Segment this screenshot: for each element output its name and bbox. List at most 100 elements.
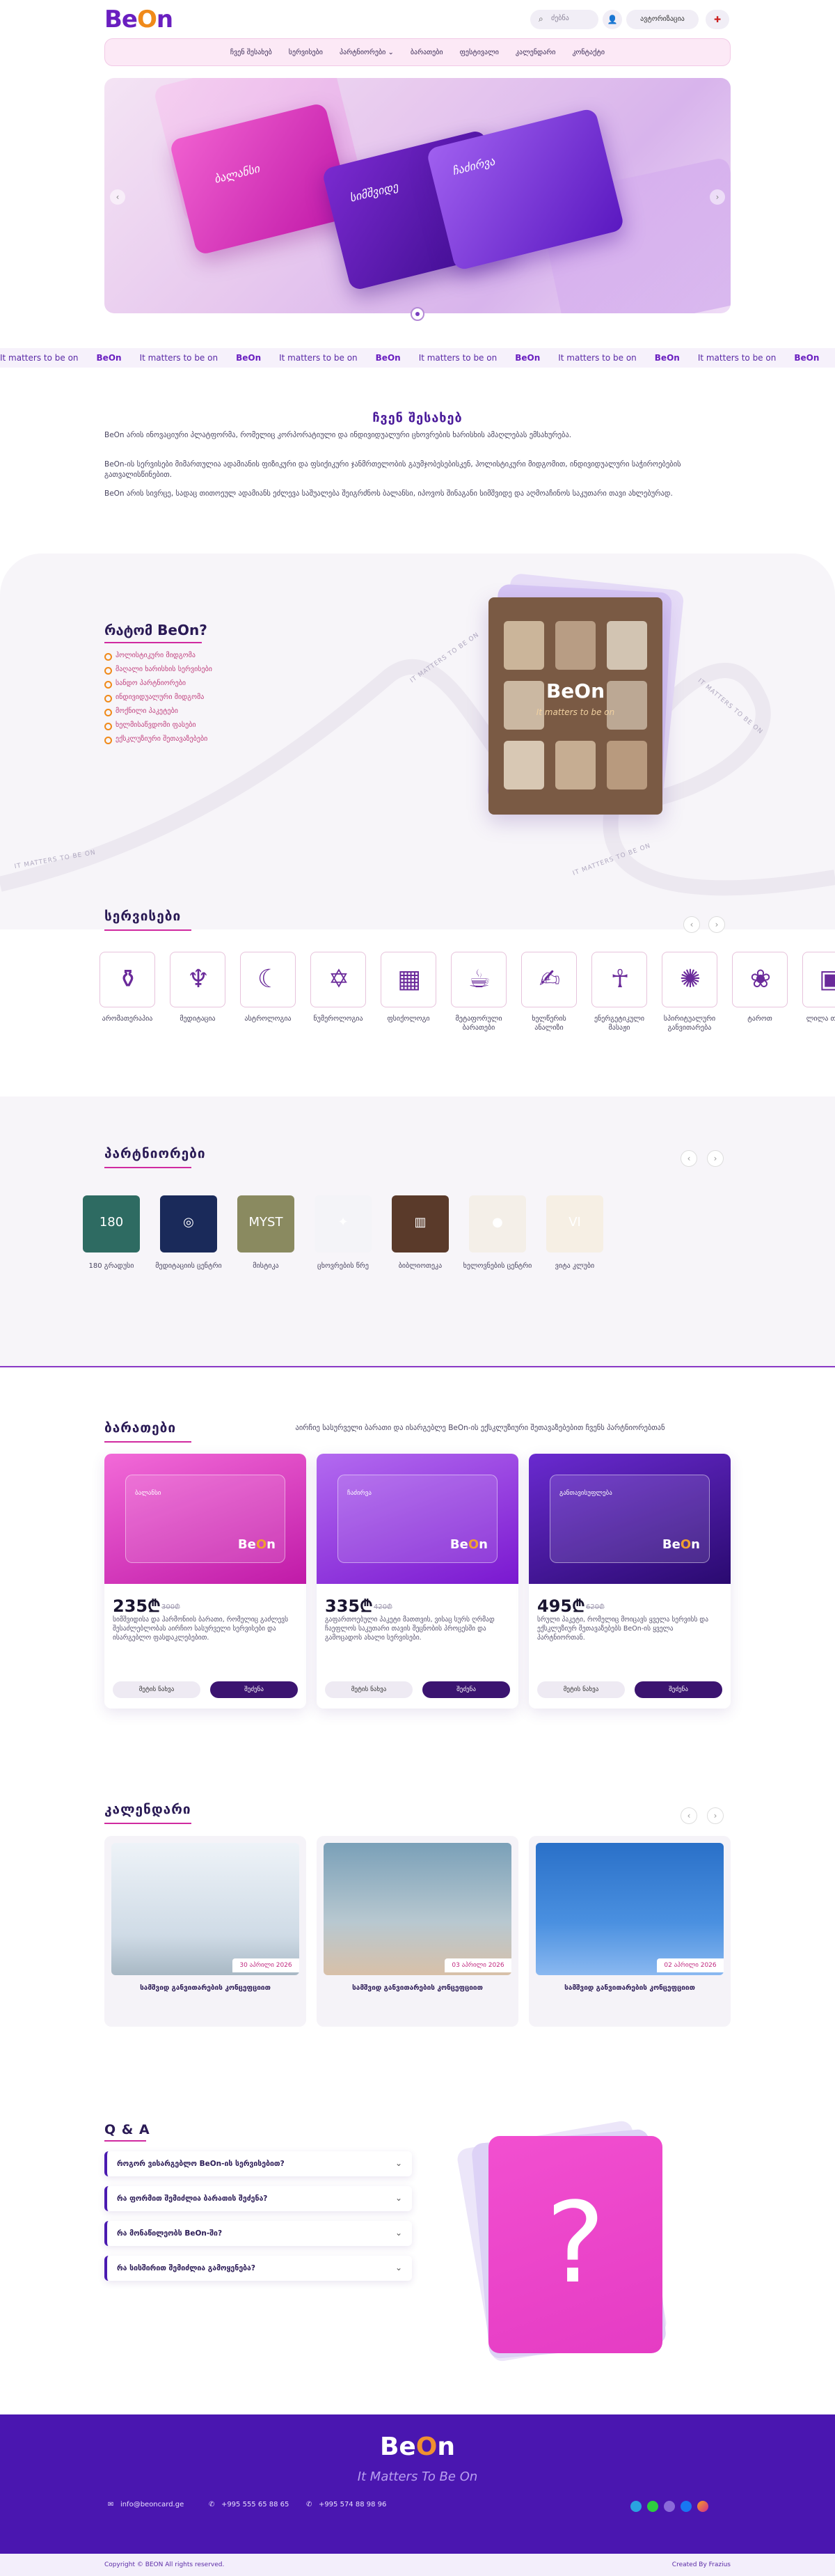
faq-title: Q & A xyxy=(104,2122,150,2137)
service-label: ლილა თამაში xyxy=(806,1015,835,1023)
marquee-logo: BeOn xyxy=(375,353,401,363)
marquee-text: It matters to be on xyxy=(139,353,218,363)
facebook-icon[interactable] xyxy=(681,2501,692,2512)
nav-item-contact[interactable]: კონტაქტი xyxy=(572,49,605,56)
tagline-marquee: It matters to be on BeOn It matters to be … xyxy=(0,348,835,368)
hero-pagination-dot[interactable] xyxy=(411,307,424,321)
book-logo: BeOn xyxy=(546,680,605,702)
user-icon[interactable]: 👤 xyxy=(603,10,622,29)
partner-item[interactable]: ✦ ცხოვრების წრე xyxy=(305,1195,381,1270)
service-label: ენერგეტიკული მასაჟი xyxy=(594,1015,645,1032)
service-item[interactable]: ⚱ არომათერაპია xyxy=(97,952,157,1023)
service-item[interactable]: ❀ ტაროთ xyxy=(730,952,790,1023)
services-prev-arrow-icon[interactable]: ‹ xyxy=(683,916,700,933)
title-underline xyxy=(104,642,202,643)
partners-next-arrow-icon[interactable]: › xyxy=(707,1150,724,1167)
marquee-text: It matters to be on xyxy=(418,353,498,363)
copyright-text: Copyright © BEON All rights reserved. xyxy=(104,2561,225,2568)
search-input[interactable]: ⌕ ძებნა xyxy=(530,10,598,29)
event-image xyxy=(536,1843,724,1975)
service-label: ხელწერის ანალიზი xyxy=(532,1015,566,1032)
card-logo: BeOn xyxy=(450,1537,488,1552)
card-visual: ჩაძირვა BeOn xyxy=(317,1454,518,1584)
partner-item[interactable]: ▥ ბიბლიოთეკა xyxy=(382,1195,459,1270)
partner-item[interactable]: 180 180 გრადუსი xyxy=(73,1195,150,1270)
faq-item[interactable]: რა ფორმით შემიძლია ბარათის შეძენა? ⌄ xyxy=(104,2186,412,2211)
telegram-icon[interactable] xyxy=(630,2501,642,2512)
calendar-event[interactable]: 03 აპრილი 2026 სამშვიდ განვითარების კონცე… xyxy=(317,1836,518,2027)
service-icon-box: ☕ xyxy=(451,952,507,1007)
card-more-button[interactable]: მეტის ნახვა xyxy=(325,1681,413,1698)
cards-description: აირჩიე სასურველი ბარათი და ისარგებლე BeO… xyxy=(295,1424,665,1432)
nav-item-about[interactable]: ჩვენ შესახებ xyxy=(230,49,272,56)
calendar-event[interactable]: 30 აპრილი 2026 სამშვიდ განვითარების კონცე… xyxy=(104,1836,306,2027)
hero-prev-arrow-icon[interactable]: ‹ xyxy=(110,189,125,205)
partners-title: პარტნიორები xyxy=(104,1146,206,1161)
card-more-button[interactable]: მეტის ნახვა xyxy=(113,1681,200,1698)
event-image xyxy=(324,1843,511,1975)
service-item[interactable]: ✍ ხელწერის ანალიზი xyxy=(519,952,579,1032)
partners-prev-arrow-icon[interactable]: ‹ xyxy=(681,1150,697,1167)
title-underline xyxy=(104,1441,191,1443)
calendar-next-arrow-icon[interactable]: › xyxy=(707,1807,724,1824)
partner-item[interactable]: MYST მისტიკა xyxy=(228,1195,304,1270)
footer-phone[interactable]: ✆ +995 555 65 88 65 xyxy=(209,2501,289,2508)
nav-item-services[interactable]: სერვისები xyxy=(289,49,323,56)
calendar-event[interactable]: 02 აპრილი 2026 სამშვიდ განვითარების კონცე… xyxy=(529,1836,731,2027)
footer-phone[interactable]: ✆ +995 574 88 98 96 xyxy=(306,2501,386,2508)
nav-item-cards[interactable]: ბარათები xyxy=(411,49,443,56)
card-more-button[interactable]: მეტის ნახვა xyxy=(537,1681,625,1698)
partner-item[interactable]: ● ხელოვნების ცენტრი xyxy=(459,1195,536,1270)
language-flag-icon[interactable]: ✚ xyxy=(706,10,729,29)
service-item[interactable]: ▣ ლილა თამაში xyxy=(800,952,835,1023)
card-buy-button[interactable]: შეძენა xyxy=(635,1681,722,1698)
faq-item[interactable]: რა მონაწილეობს BeOn-ში? ⌄ xyxy=(104,2221,412,2246)
mail-icon: ✉ xyxy=(108,2501,114,2508)
nav-item-partners[interactable]: პარტნიორები ⌄ xyxy=(340,49,394,56)
whatsapp-icon[interactable] xyxy=(647,2501,658,2512)
event-title: სამშვიდ განვითარების კონცეფციით xyxy=(564,1984,695,1992)
partner-logo: 180 xyxy=(83,1195,140,1252)
partner-item[interactable]: VI ვიტა კლუბი xyxy=(536,1195,613,1270)
service-item[interactable]: ✺ სპირიტუალური განვითარება xyxy=(660,952,719,1032)
nav-item-calendar[interactable]: კალენდარი xyxy=(516,49,556,56)
credit-text[interactable]: Created By Frazius xyxy=(672,2561,731,2568)
logo[interactable]: BeOn xyxy=(104,6,173,33)
partner-item[interactable]: ◎ მედიტაციის ცენტრი xyxy=(150,1195,227,1270)
why-item: ინდივიდუალური მიდგომა xyxy=(104,693,383,702)
event-date: 30 აპრილი 2026 xyxy=(232,1958,299,1972)
service-item[interactable]: ☾ ასტროლოგია xyxy=(238,952,298,1023)
service-item[interactable]: ☥ ენერგეტიკული მასაჟი xyxy=(589,952,649,1032)
why-item: მაღალი ხარისხის სერვისები xyxy=(104,665,383,675)
faq-item[interactable]: რა სისშირით შემიძლია გამოყენება? ⌄ xyxy=(104,2256,412,2281)
services-next-arrow-icon[interactable]: › xyxy=(708,916,725,933)
service-icon-box: ⚱ xyxy=(100,952,155,1007)
hero-slider: ბალანსი სიმშვიდე ჩაძირვა ‹ › xyxy=(104,78,731,313)
card-buy-button[interactable]: შეძენა xyxy=(210,1681,298,1698)
card-buy-button[interactable]: შეძენა xyxy=(422,1681,510,1698)
nav-item-festival[interactable]: ფესტივალი xyxy=(460,49,499,56)
why-item: ჰოლისტიკური მიდგომა xyxy=(104,651,383,661)
faq-item[interactable]: როგორ ვისარგებლო BeOn-ის სერვისებით? ⌄ xyxy=(104,2151,412,2176)
service-icon-box: ✍ xyxy=(521,952,577,1007)
service-label: მეტაფორული ბარათები xyxy=(455,1015,502,1032)
auth-button[interactable]: ავტორიზაცია xyxy=(626,10,699,29)
service-item[interactable]: ♆ მედიტაცია xyxy=(168,952,228,1023)
calendar-prev-arrow-icon[interactable]: ‹ xyxy=(681,1807,697,1824)
footer-email[interactable]: ✉ info@beoncard.ge xyxy=(108,2501,184,2508)
hero-next-arrow-icon[interactable]: › xyxy=(710,189,725,205)
event-date: 02 აპრილი 2026 xyxy=(657,1958,724,1972)
footer-logo[interactable]: BeOn xyxy=(0,2433,835,2461)
card-price: 235₾ xyxy=(113,1596,161,1616)
service-item[interactable]: ▦ ფსიქოლოგი xyxy=(379,952,438,1023)
service-item[interactable]: ☕ მეტაფორული ბარათები xyxy=(449,952,509,1032)
card-name: განთავისუფლება xyxy=(559,1490,612,1497)
service-label: ასტროლოგია xyxy=(244,1015,292,1023)
marquee-text: It matters to be on xyxy=(558,353,637,363)
partner-label: ცხოვრების წრე xyxy=(317,1262,369,1270)
why-item: ხელმისაწვდომი ფასები xyxy=(104,721,383,730)
footer-bottom-bar: Copyright © BEON All rights reserved. Cr… xyxy=(0,2554,835,2576)
viber-icon[interactable] xyxy=(664,2501,675,2512)
service-item[interactable]: ✡ ნუმეროლოგია xyxy=(308,952,368,1023)
instagram-icon[interactable] xyxy=(697,2501,708,2512)
